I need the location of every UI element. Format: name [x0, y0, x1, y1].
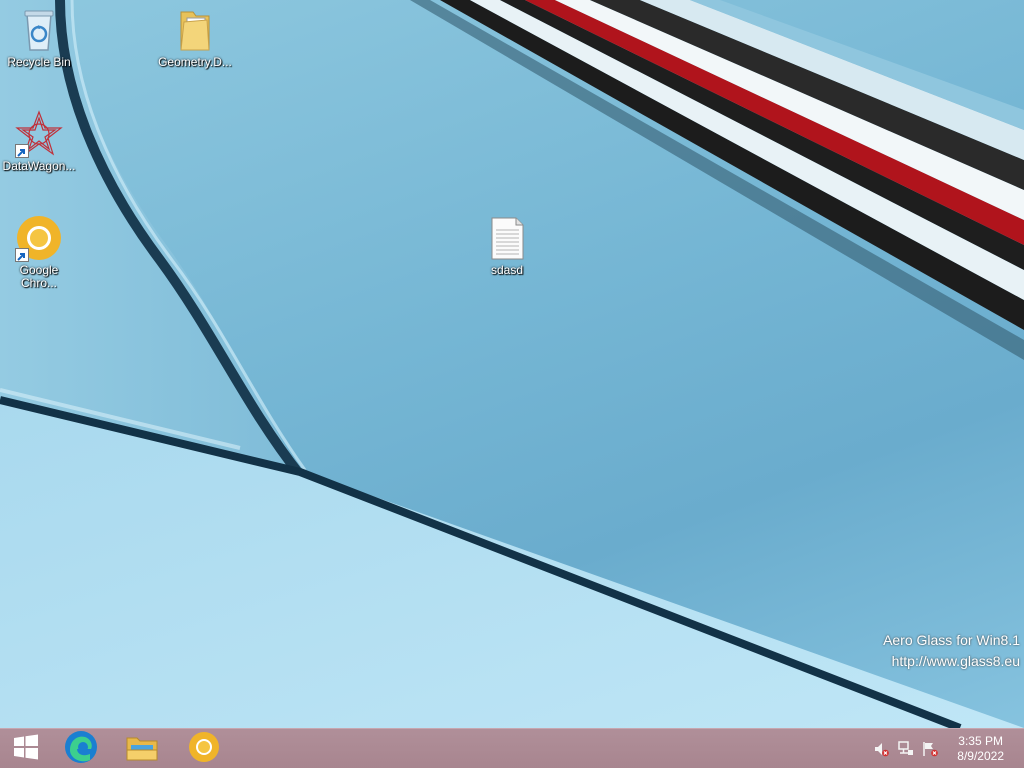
- taskbar-clock[interactable]: 3:35 PM 8/9/2022: [957, 734, 1004, 764]
- start-button[interactable]: [0, 729, 52, 769]
- clock-date: 8/9/2022: [957, 749, 1004, 763]
- watermark-title: Aero Glass for Win8.1: [883, 632, 1020, 648]
- taskbar: 3:35 PM 8/9/2022: [0, 728, 1024, 768]
- aero-glass-watermark: Aero Glass for Win8.1 http://www.glass8.…: [883, 630, 1020, 672]
- network-icon[interactable]: [898, 741, 914, 757]
- taskbar-file-explorer-button[interactable]: [116, 729, 168, 769]
- clock-time: 3:35 PM: [958, 734, 1003, 748]
- action-center-flag-icon[interactable]: [922, 741, 938, 757]
- file-explorer-icon: [125, 732, 159, 767]
- recycle-bin-icon: [15, 6, 63, 54]
- chrome-icon: [188, 731, 220, 768]
- chrome-icon: [15, 214, 63, 262]
- windows-start-icon: [12, 733, 40, 766]
- folder-icon: [171, 6, 219, 54]
- desktop-icon-label: DataWagon...: [2, 159, 76, 173]
- desktop-icon-label: Geometry.D...: [158, 55, 232, 69]
- text-document-icon: [483, 214, 531, 262]
- edge-icon: [64, 730, 98, 769]
- desktop-icon-label: sdasd: [490, 263, 524, 277]
- taskbar-edge-button[interactable]: [55, 729, 107, 769]
- shortcut-arrow-icon: [15, 248, 29, 262]
- desktop-icon-google-chrome[interactable]: Google Chro...: [1, 214, 77, 290]
- desktop-icon-sdasd[interactable]: sdasd: [469, 214, 545, 277]
- speaker-muted-icon[interactable]: [873, 741, 889, 757]
- desktop-icon-label: Recycle Bin: [7, 55, 71, 69]
- shortcut-arrow-icon: [15, 144, 29, 158]
- desktop[interactable]: Recycle Bin Geometry.D... DataWagon... G…: [0, 0, 1024, 728]
- desktop-icon-label: Google Chro...: [19, 263, 59, 290]
- taskbar-chrome-button[interactable]: [178, 729, 230, 769]
- desktop-icon-recycle-bin[interactable]: Recycle Bin: [1, 6, 77, 69]
- datawagon-icon: [15, 110, 63, 158]
- watermark-url: http://www.glass8.eu: [891, 653, 1020, 669]
- desktop-icon-geometry-folder[interactable]: Geometry.D...: [157, 6, 233, 69]
- desktop-icon-datawagon[interactable]: DataWagon...: [1, 110, 77, 173]
- wallpaper: [0, 0, 1024, 728]
